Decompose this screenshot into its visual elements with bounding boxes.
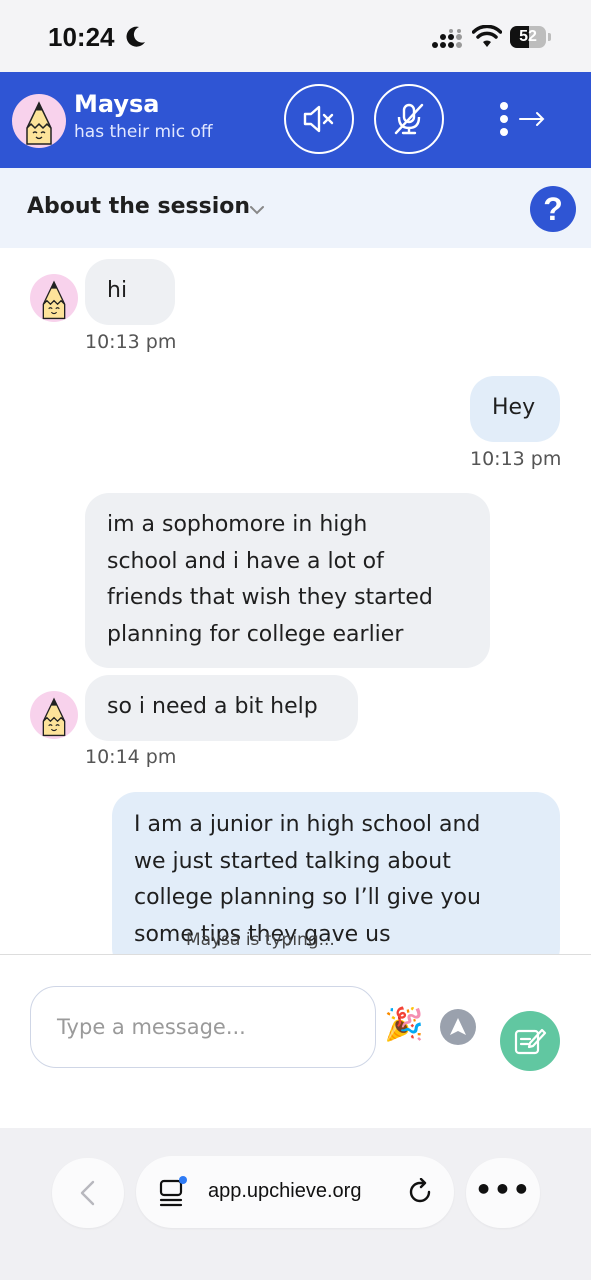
- avatar: [30, 274, 78, 322]
- wifi-icon: [472, 25, 502, 47]
- whiteboard-button[interactable]: [500, 1011, 560, 1071]
- tabs-icon: [159, 1176, 187, 1207]
- status-time: 10:24: [48, 22, 115, 52]
- partner-name: Maysa: [74, 90, 160, 118]
- speaker-muted-icon: [303, 105, 334, 133]
- reload-icon[interactable]: [406, 1178, 434, 1206]
- message-line: planning for college earlier: [107, 621, 404, 647]
- chevron-down-icon[interactable]: [248, 201, 266, 219]
- party-popper-icon[interactable]: 🎉: [384, 1005, 424, 1043]
- about-session-toggle[interactable]: About the session: [27, 194, 250, 219]
- message-input-placeholder: Type a message...: [57, 1015, 246, 1039]
- up-arrow-icon: [450, 1018, 466, 1035]
- message-text: so i need a bit help: [107, 694, 318, 719]
- battery-percent: 52: [519, 28, 537, 45]
- scroll-up-button[interactable]: [440, 1009, 476, 1045]
- message-timestamp: 10:14 pm: [85, 746, 177, 768]
- url-text: app.upchieve.org: [208, 1180, 362, 1202]
- message-bubble-sent: I am a junior in high school and we just…: [112, 792, 560, 954]
- avatar: [12, 94, 66, 148]
- message-line: I am a junior in high school and: [134, 812, 481, 837]
- cellular-signal-icon: [432, 29, 462, 48]
- message-line: we just started talking about: [134, 848, 451, 874]
- message-line: school and i have a lot of: [107, 548, 384, 574]
- typing-indicator: Maysa is typing...: [186, 930, 335, 950]
- avatar: [30, 691, 78, 739]
- browser-back-button[interactable]: [52, 1158, 124, 1228]
- more-exit-icon: [500, 102, 545, 136]
- address-bar[interactable]: app.upchieve.org: [136, 1156, 454, 1228]
- message-line: friends that wish they started: [107, 585, 433, 610]
- pencil-avatar-icon: [42, 280, 66, 320]
- message-timestamp: 10:13 pm: [470, 448, 562, 470]
- status-bar: 10:24 52: [0, 0, 591, 72]
- chat-log[interactable]: hi 10:13 pm Hey 10:13 pm im a sophomore …: [0, 248, 591, 954]
- message-timestamp: 10:13 pm: [85, 331, 177, 353]
- browser-toolbar: app.upchieve.org •••: [0, 1128, 591, 1280]
- message-bubble-received: hi: [85, 259, 175, 325]
- divider: [0, 954, 591, 955]
- message-bubble-sent: Hey: [470, 376, 560, 442]
- browser-more-button[interactable]: •••: [466, 1158, 540, 1228]
- moon-icon: [126, 26, 145, 47]
- message-bubble-received: im a sophomore in high school and i have…: [85, 493, 490, 668]
- message-text: hi: [107, 278, 128, 303]
- message-text: Hey: [492, 395, 536, 420]
- about-session-bar: About the session ?: [0, 168, 591, 248]
- pencil-avatar-icon: [26, 101, 52, 145]
- message-line: im a sophomore in high: [107, 512, 368, 537]
- partner-mic-status: has their mic off: [74, 122, 213, 142]
- help-button[interactable]: ?: [530, 186, 576, 232]
- session-header: Maysa has their mic off: [0, 72, 591, 168]
- message-bubble-received: so i need a bit help: [85, 675, 358, 741]
- pencil-avatar-icon: [42, 697, 66, 737]
- menu-exit-button[interactable]: [494, 100, 554, 140]
- more-icon: •••: [474, 1173, 532, 1206]
- mute-audio-button[interactable]: [284, 84, 354, 154]
- edit-note-icon: [514, 1028, 547, 1055]
- message-line: college planning so I’ll give you: [134, 885, 481, 910]
- chevron-left-icon: [80, 1180, 95, 1206]
- microphone-button[interactable]: [374, 84, 444, 154]
- mic-off-icon: [394, 103, 424, 135]
- message-input[interactable]: Type a message...: [30, 986, 376, 1068]
- battery-icon: 52: [510, 26, 552, 50]
